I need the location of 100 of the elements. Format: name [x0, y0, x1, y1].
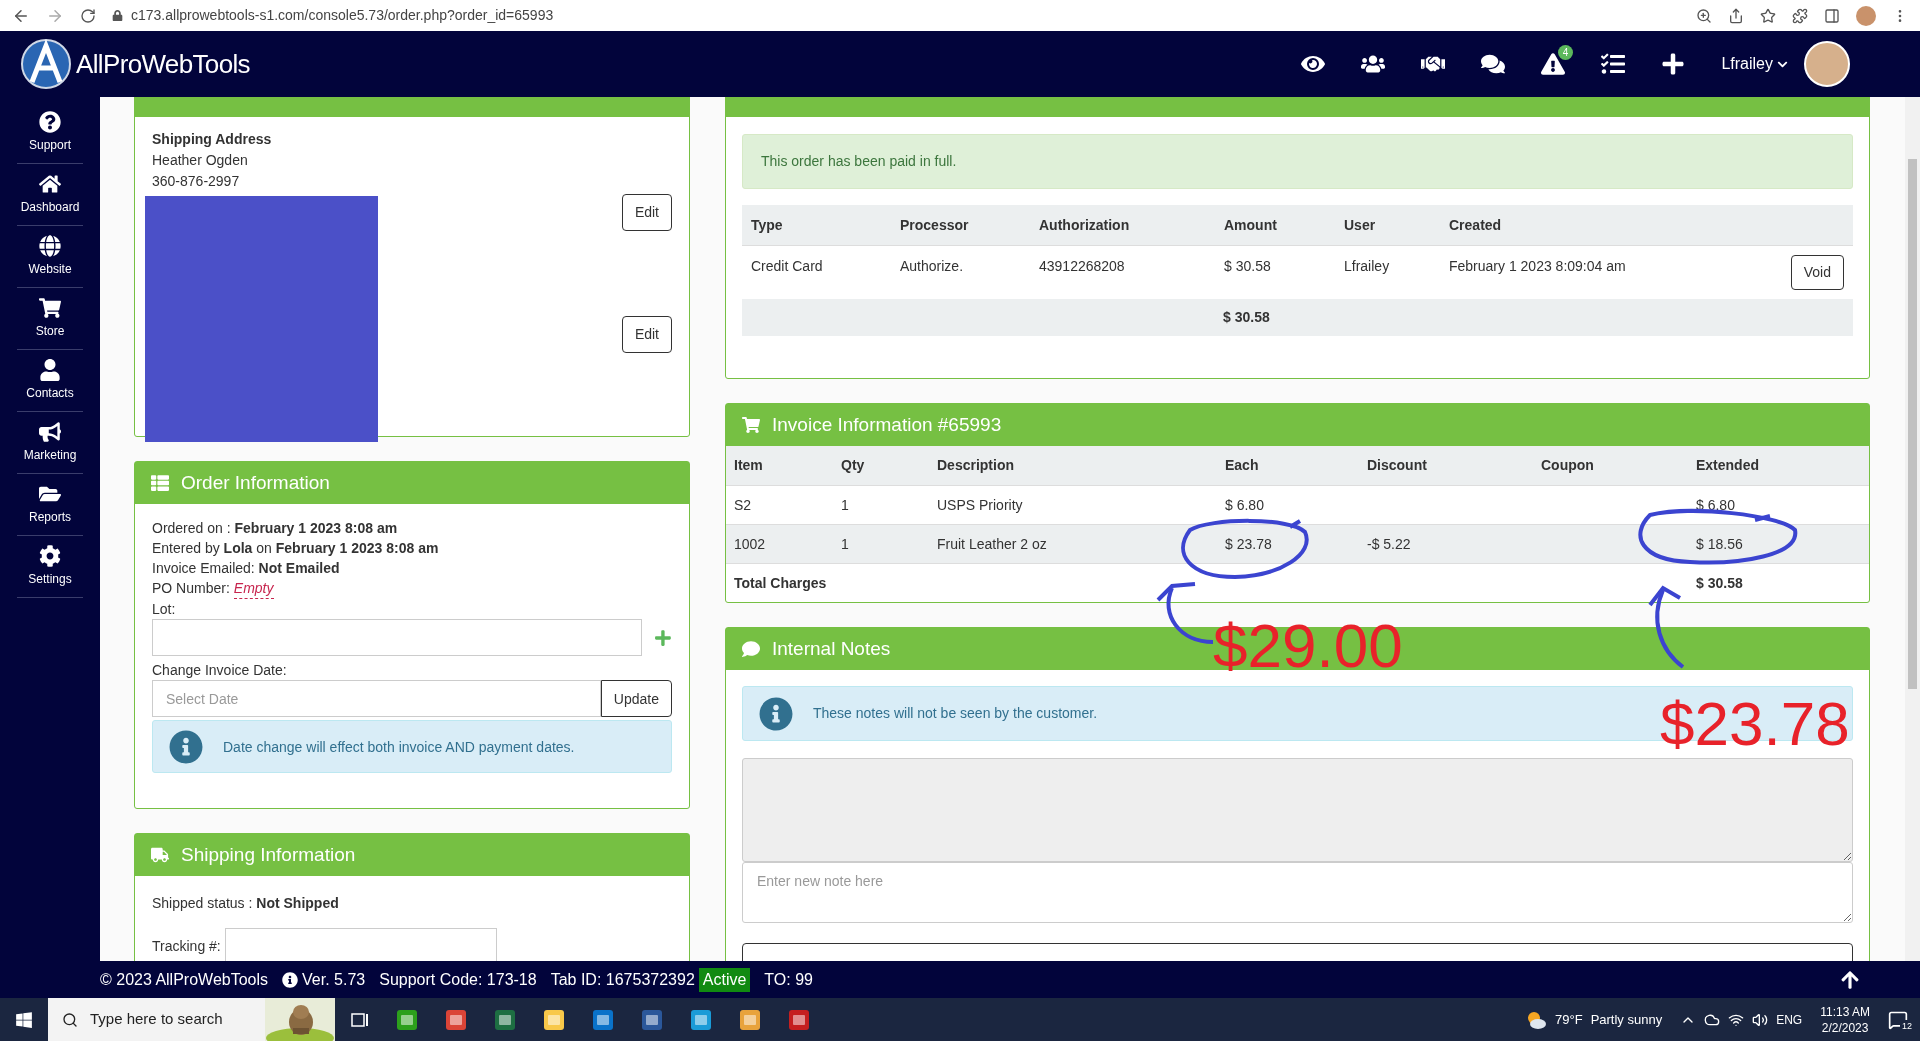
share-icon[interactable] [1728, 7, 1744, 24]
truck-icon [151, 846, 169, 864]
sidebar-item[interactable]: Settings [17, 536, 83, 598]
table-cell: 43912268208 [1039, 258, 1125, 274]
column-header: Amount [1224, 215, 1278, 235]
po-label: PO Number: [152, 579, 230, 598]
add-icon[interactable] [1661, 52, 1686, 76]
profile-avatar[interactable] [1856, 5, 1876, 26]
logo-text: AllProWebTools [76, 47, 250, 81]
cart-icon [742, 416, 760, 434]
zoom-icon[interactable] [1696, 7, 1712, 24]
notification-badge: 4 [1557, 45, 1574, 60]
version-text: Ver. 5.73 [302, 969, 366, 990]
table-cell: S2 [734, 496, 752, 513]
column-header: Discount [1367, 456, 1428, 475]
user-menu[interactable]: Lfrailey [1721, 52, 1788, 76]
phone-number: 360-876-2997 [152, 172, 241, 191]
table-cell: Fruit Leather 2 oz [937, 535, 1047, 552]
help-icon [39, 111, 61, 133]
start-icon[interactable] [15, 1010, 33, 1029]
table-cell: 1002 [734, 535, 766, 552]
table-cell: Lfrailey [1344, 258, 1390, 274]
reload-icon[interactable] [80, 7, 96, 24]
panel-title: Invoice Information #65993 [772, 412, 1002, 437]
sidebar-item[interactable]: Dashboard [17, 164, 83, 226]
taskbar-search[interactable]: Type here to search [48, 998, 335, 1041]
table-cell: $ 23.78 [1225, 535, 1272, 552]
status-badge: Active [698, 967, 751, 992]
table-cell: Credit Card [751, 258, 823, 274]
update-button[interactable]: Update [600, 680, 672, 717]
info-icon [169, 729, 203, 764]
customer-name: Heather Ogden [152, 151, 249, 170]
table-cell: Authorize. [900, 258, 964, 274]
edit-button[interactable]: Edit [621, 316, 672, 353]
column-header: Created [1449, 215, 1503, 235]
order-detail: Invoice Emailed: Not Emailed [152, 559, 341, 578]
panel-title: Internal Notes [772, 636, 891, 661]
table-cell: February 1 2023 8:09:04 am [1449, 258, 1626, 274]
info-text: Date change will effect both invoice AND payment dates. [223, 737, 575, 757]
weather-text: Partly sunny [1590, 1010, 1663, 1029]
table-cell: 1 [841, 535, 849, 552]
column-header: Item [734, 456, 764, 475]
temperature: 79°F [1555, 1010, 1583, 1029]
info-icon [759, 696, 793, 731]
shipped-status: Shipped status : Not Shipped [152, 894, 340, 913]
search-icon [62, 1011, 78, 1028]
sidebar-item[interactable]: Marketing [17, 412, 83, 474]
table-cell: $ 6.80 [1225, 496, 1264, 513]
new-note-field[interactable]: Enter new note here [742, 862, 1853, 923]
user-avatar[interactable] [1804, 41, 1850, 87]
column-header: Each [1225, 456, 1260, 475]
panel-title: Order Information [181, 470, 330, 495]
edit-button[interactable]: Edit [621, 194, 672, 231]
column-header: Coupon [1541, 456, 1595, 475]
info-text: These notes will not be seen by the customer. [813, 704, 1098, 723]
handwritten-price: $29.00 [1213, 615, 1403, 677]
column-header: User [1344, 215, 1377, 235]
chat-icon[interactable] [1481, 52, 1506, 76]
bookmark-icon[interactable] [1760, 7, 1776, 24]
tasks-icon[interactable] [1601, 52, 1626, 76]
sidebar-item[interactable]: Store [17, 288, 83, 350]
sidebar-item[interactable]: Support [17, 102, 83, 164]
table-cell: $ 18.56 [1696, 535, 1743, 552]
scrollbar[interactable] [1905, 97, 1920, 961]
column-header: Processor [900, 215, 970, 235]
person-icon [39, 359, 61, 381]
sidebar-item[interactable]: Reports [17, 474, 83, 536]
copyright-text: © 2023 AllProWebTools [100, 969, 269, 990]
extensions-icon[interactable] [1792, 7, 1808, 24]
table-cell: 1 [841, 496, 849, 513]
url-field[interactable]: c173.allprowebtools-s1.com/console5.73/order.php?order_id=65993 [131, 5, 554, 26]
settings-icon [39, 545, 61, 567]
panel-title: Shipping Information [181, 842, 356, 867]
column-header: Description [937, 456, 1015, 475]
lot-input[interactable] [152, 619, 643, 656]
language-indicator[interactable]: ENG [1776, 1010, 1803, 1029]
sidebar-item[interactable]: Website [17, 226, 83, 288]
order-detail: Ordered on : February 1 2023 8:08 am [152, 519, 399, 538]
volume-icon[interactable] [1752, 1011, 1769, 1028]
handwritten-price: $23.78 [1660, 693, 1850, 755]
order-detail: Entered by Lola on February 1 2023 8:08 am [152, 539, 440, 558]
po-value[interactable]: Empty [233, 578, 274, 599]
timeout-text: TO: 99 [764, 969, 813, 990]
lock-icon [112, 10, 123, 21]
side-panel-icon[interactable] [1824, 7, 1840, 24]
tracking-label: Tracking #: [152, 937, 221, 956]
sidebar-item[interactable]: Contacts [17, 350, 83, 412]
column-header: Type [751, 215, 784, 235]
address-heading: Shipping Address [152, 130, 273, 149]
logo-icon [20, 38, 72, 90]
void-button[interactable]: Void [1790, 255, 1844, 290]
info-icon [282, 971, 299, 988]
scroll-up-icon[interactable] [1840, 969, 1860, 990]
date-input[interactable]: Select Date [152, 680, 601, 717]
lot-label: Lot: [152, 600, 177, 619]
table-cell: $ 30.58 [1224, 258, 1271, 274]
speech-bubble-icon [742, 640, 760, 658]
payment-total: $ 30.58 [1223, 308, 1270, 327]
column-header: Extended [1696, 456, 1760, 475]
tracking-input[interactable] [224, 928, 497, 961]
